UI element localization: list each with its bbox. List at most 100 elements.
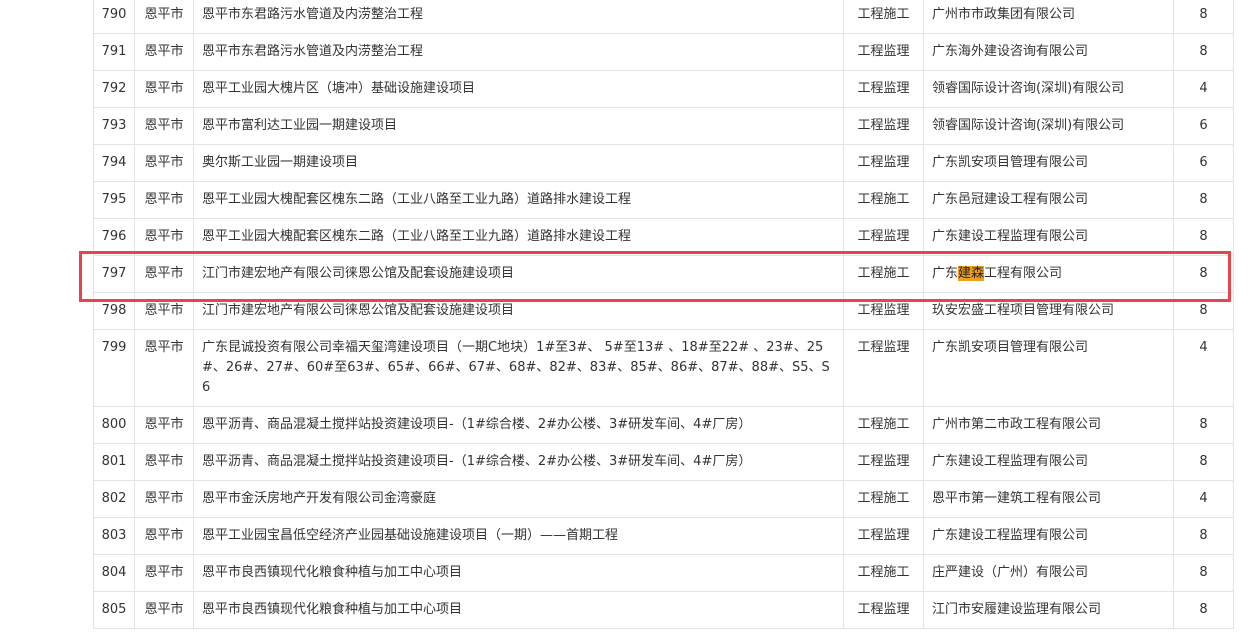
score-cell: 6 [1173, 144, 1234, 182]
project-cell: 恩平市良西镇现代化粮食种植与加工中心项目 [193, 591, 844, 629]
table-row: 793 恩平市 恩平市富利达工业园一期建设项目 工程监理 领睿国际设计咨询(深圳… [93, 107, 1234, 145]
type-cell: 工程监理 [843, 107, 924, 145]
row-number: 803 [93, 517, 135, 555]
score-cell: 8 [1173, 33, 1234, 71]
city-cell: 恩平市 [134, 144, 194, 182]
type-cell: 工程监理 [843, 33, 924, 71]
type-cell: 工程监理 [843, 292, 924, 330]
type-cell: 工程施工 [843, 255, 924, 293]
type-cell: 工程监理 [843, 144, 924, 182]
row-number: 796 [93, 218, 135, 256]
table-row: 790 恩平市 恩平市东君路污水管道及内涝整治工程 工程施工 广州市市政集团有限… [93, 0, 1234, 34]
row-number: 790 [93, 0, 135, 34]
results-table: 790 恩平市 恩平市东君路污水管道及内涝整治工程 工程施工 广州市市政集团有限… [93, 0, 1234, 629]
table-row: 801 恩平市 恩平沥青、商品混凝土搅拌站投资建设项目-（1#综合楼、2#办公楼… [93, 443, 1234, 481]
company-suffix: 工程有限公司 [984, 266, 1063, 281]
type-cell: 工程施工 [843, 554, 924, 592]
company-cell: 玖安宏盛工程项目管理有限公司 [923, 292, 1174, 330]
row-number: 793 [93, 107, 135, 145]
score-cell: 8 [1173, 292, 1234, 330]
project-cell: 恩平工业园宝昌低空经济产业园基础设施建设项目（一期）——首期工程 [193, 517, 844, 555]
project-cell: 恩平工业园大槐配套区槐东二路（工业八路至工业九路）道路排水建设工程 [193, 181, 844, 219]
row-number: 801 [93, 443, 135, 481]
type-cell: 工程监理 [843, 70, 924, 108]
row-number: 804 [93, 554, 135, 592]
company-cell: 广州市市政集团有限公司 [923, 0, 1174, 34]
company-cell: 广东建森工程有限公司 [923, 255, 1174, 293]
row-number: 802 [93, 480, 135, 518]
table-row: 798 恩平市 江门市建宏地产有限公司徕恩公馆及配套设施建设项目 工程监理 玖安… [93, 292, 1234, 330]
company-cell: 恩平市第一建筑工程有限公司 [923, 480, 1174, 518]
city-cell: 恩平市 [134, 292, 194, 330]
table-row: 800 恩平市 恩平沥青、商品混凝土搅拌站投资建设项目-（1#综合楼、2#办公楼… [93, 406, 1234, 444]
project-cell: 恩平工业园大槐片区（塘冲）基础设施建设项目 [193, 70, 844, 108]
table-row: 805 恩平市 恩平市良西镇现代化粮食种植与加工中心项目 工程监理 江门市安履建… [93, 591, 1234, 629]
company-cell: 江门市安履建设监理有限公司 [923, 591, 1174, 629]
project-cell: 恩平工业园大槐配套区槐东二路（工业八路至工业九路）道路排水建设工程 [193, 218, 844, 256]
score-cell: 8 [1173, 0, 1234, 34]
city-cell: 恩平市 [134, 33, 194, 71]
city-cell: 恩平市 [134, 218, 194, 256]
row-number: 794 [93, 144, 135, 182]
city-cell: 恩平市 [134, 591, 194, 629]
project-cell: 江门市建宏地产有限公司徕恩公馆及配套设施建设项目 [193, 292, 844, 330]
type-cell: 工程施工 [843, 406, 924, 444]
row-number: 795 [93, 181, 135, 219]
table-row: 799 恩平市 广东昆诚投资有限公司幸福天玺湾建设项目（一期C地块）1#至3#、… [93, 329, 1234, 407]
company-prefix: 广东 [932, 266, 959, 281]
table-row: 795 恩平市 恩平工业园大槐配套区槐东二路（工业八路至工业九路）道路排水建设工… [93, 181, 1234, 219]
row-number: 797 [93, 255, 135, 293]
score-cell: 8 [1173, 443, 1234, 481]
type-cell: 工程监理 [843, 517, 924, 555]
city-cell: 恩平市 [134, 181, 194, 219]
score-cell: 8 [1173, 517, 1234, 555]
row-number: 805 [93, 591, 135, 629]
score-cell: 8 [1173, 406, 1234, 444]
table-row: 791 恩平市 恩平市东君路污水管道及内涝整治工程 工程监理 广东海外建设咨询有… [93, 33, 1234, 71]
table-row: 794 恩平市 奥尔斯工业园一期建设项目 工程监理 广东凯安项目管理有限公司 6 [93, 144, 1234, 182]
type-cell: 工程监理 [843, 443, 924, 481]
city-cell: 恩平市 [134, 0, 194, 34]
score-cell: 4 [1173, 480, 1234, 518]
row-number: 800 [93, 406, 135, 444]
score-cell: 8 [1173, 554, 1234, 592]
project-cell: 恩平沥青、商品混凝土搅拌站投资建设项目-（1#综合楼、2#办公楼、3#研发车间、… [193, 443, 844, 481]
type-cell: 工程施工 [843, 181, 924, 219]
row-number: 791 [93, 33, 135, 71]
table-row: 804 恩平市 恩平市良西镇现代化粮食种植与加工中心项目 工程施工 庄严建设（广… [93, 554, 1234, 592]
city-cell: 恩平市 [134, 443, 194, 481]
company-cell: 广东建设工程监理有限公司 [923, 218, 1174, 256]
company-cell: 广东建设工程监理有限公司 [923, 517, 1174, 555]
table-row: 792 恩平市 恩平工业园大槐片区（塘冲）基础设施建设项目 工程监理 领睿国际设… [93, 70, 1234, 108]
project-cell: 恩平市良西镇现代化粮食种植与加工中心项目 [193, 554, 844, 592]
score-cell: 4 [1173, 70, 1234, 108]
city-cell: 恩平市 [134, 329, 194, 407]
score-cell: 8 [1173, 181, 1234, 219]
table-row: 796 恩平市 恩平工业园大槐配套区槐东二路（工业八路至工业九路）道路排水建设工… [93, 218, 1234, 256]
row-number: 798 [93, 292, 135, 330]
company-cell: 领睿国际设计咨询(深圳)有限公司 [923, 70, 1174, 108]
company-cell: 领睿国际设计咨询(深圳)有限公司 [923, 107, 1174, 145]
company-cell: 广东海外建设咨询有限公司 [923, 33, 1174, 71]
city-cell: 恩平市 [134, 255, 194, 293]
company-cell: 庄严建设（广州）有限公司 [923, 554, 1174, 592]
type-cell: 工程监理 [843, 591, 924, 629]
type-cell: 工程监理 [843, 329, 924, 407]
score-cell: 4 [1173, 329, 1234, 407]
row-number: 792 [93, 70, 135, 108]
company-cell: 广东邑冠建设工程有限公司 [923, 181, 1174, 219]
city-cell: 恩平市 [134, 554, 194, 592]
company-cell: 广东建设工程监理有限公司 [923, 443, 1174, 481]
project-cell: 恩平沥青、商品混凝土搅拌站投资建设项目-（1#综合楼、2#办公楼、3#研发车间、… [193, 406, 844, 444]
company-cell: 广州市第二市政工程有限公司 [923, 406, 1174, 444]
city-cell: 恩平市 [134, 107, 194, 145]
row-number: 799 [93, 329, 135, 407]
project-cell: 恩平市富利达工业园一期建设项目 [193, 107, 844, 145]
project-cell: 江门市建宏地产有限公司徕恩公馆及配套设施建设项目 [193, 255, 844, 293]
project-cell: 奥尔斯工业园一期建设项目 [193, 144, 844, 182]
project-cell: 恩平市金沃房地产开发有限公司金湾豪庭 [193, 480, 844, 518]
table-row: 802 恩平市 恩平市金沃房地产开发有限公司金湾豪庭 工程施工 恩平市第一建筑工… [93, 480, 1234, 518]
score-cell: 8 [1173, 218, 1234, 256]
table-row: 803 恩平市 恩平工业园宝昌低空经济产业园基础设施建设项目（一期）——首期工程… [93, 517, 1234, 555]
score-cell: 6 [1173, 107, 1234, 145]
